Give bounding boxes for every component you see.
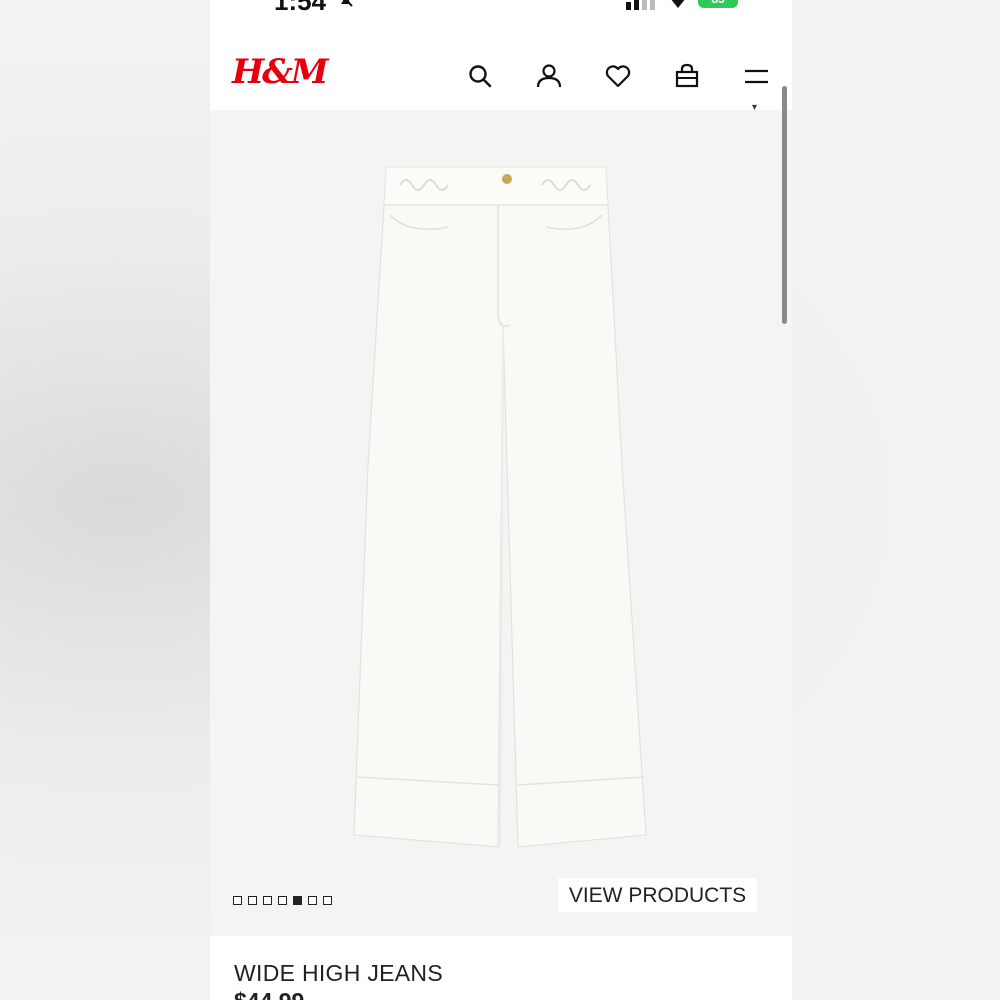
battery-icon: 85 xyxy=(698,0,738,8)
product-image-white-jeans[interactable] xyxy=(350,165,650,855)
scrollbar[interactable] xyxy=(782,86,787,324)
gallery-dot[interactable] xyxy=(323,896,332,905)
gallery-dot[interactable] xyxy=(293,896,302,905)
status-bar: 1:54 85 xyxy=(210,0,792,14)
status-time: 1:54 xyxy=(274,0,326,14)
menu-icon[interactable] xyxy=(742,62,770,90)
gallery-dot[interactable] xyxy=(248,896,257,905)
product-price: $44.99 xyxy=(234,988,304,1000)
gallery-dot[interactable] xyxy=(308,896,317,905)
shopping-bag-icon[interactable] xyxy=(673,62,701,90)
site-header: H&M xyxy=(210,40,792,110)
phone-screen: 1:54 85 H&M xyxy=(210,0,792,1000)
heart-icon[interactable] xyxy=(604,62,632,90)
product-info: WIDE HIGH JEANS $44.99 xyxy=(210,936,792,1000)
hm-logo[interactable]: H&M xyxy=(232,52,328,92)
gallery-dot[interactable] xyxy=(278,896,287,905)
chevron-down-icon: ▾ xyxy=(752,102,758,113)
view-products-button[interactable]: VIEW PRODUCTS xyxy=(558,878,757,912)
wifi-icon xyxy=(671,0,685,8)
bell-muted-icon xyxy=(341,0,353,7)
search-icon[interactable] xyxy=(466,62,494,90)
account-icon[interactable] xyxy=(535,62,563,90)
signal-icon xyxy=(626,0,655,10)
gallery-pagination xyxy=(233,896,332,905)
gallery-dot[interactable] xyxy=(263,896,272,905)
product-name[interactable]: WIDE HIGH JEANS xyxy=(234,960,443,987)
gallery-dot[interactable] xyxy=(233,896,242,905)
